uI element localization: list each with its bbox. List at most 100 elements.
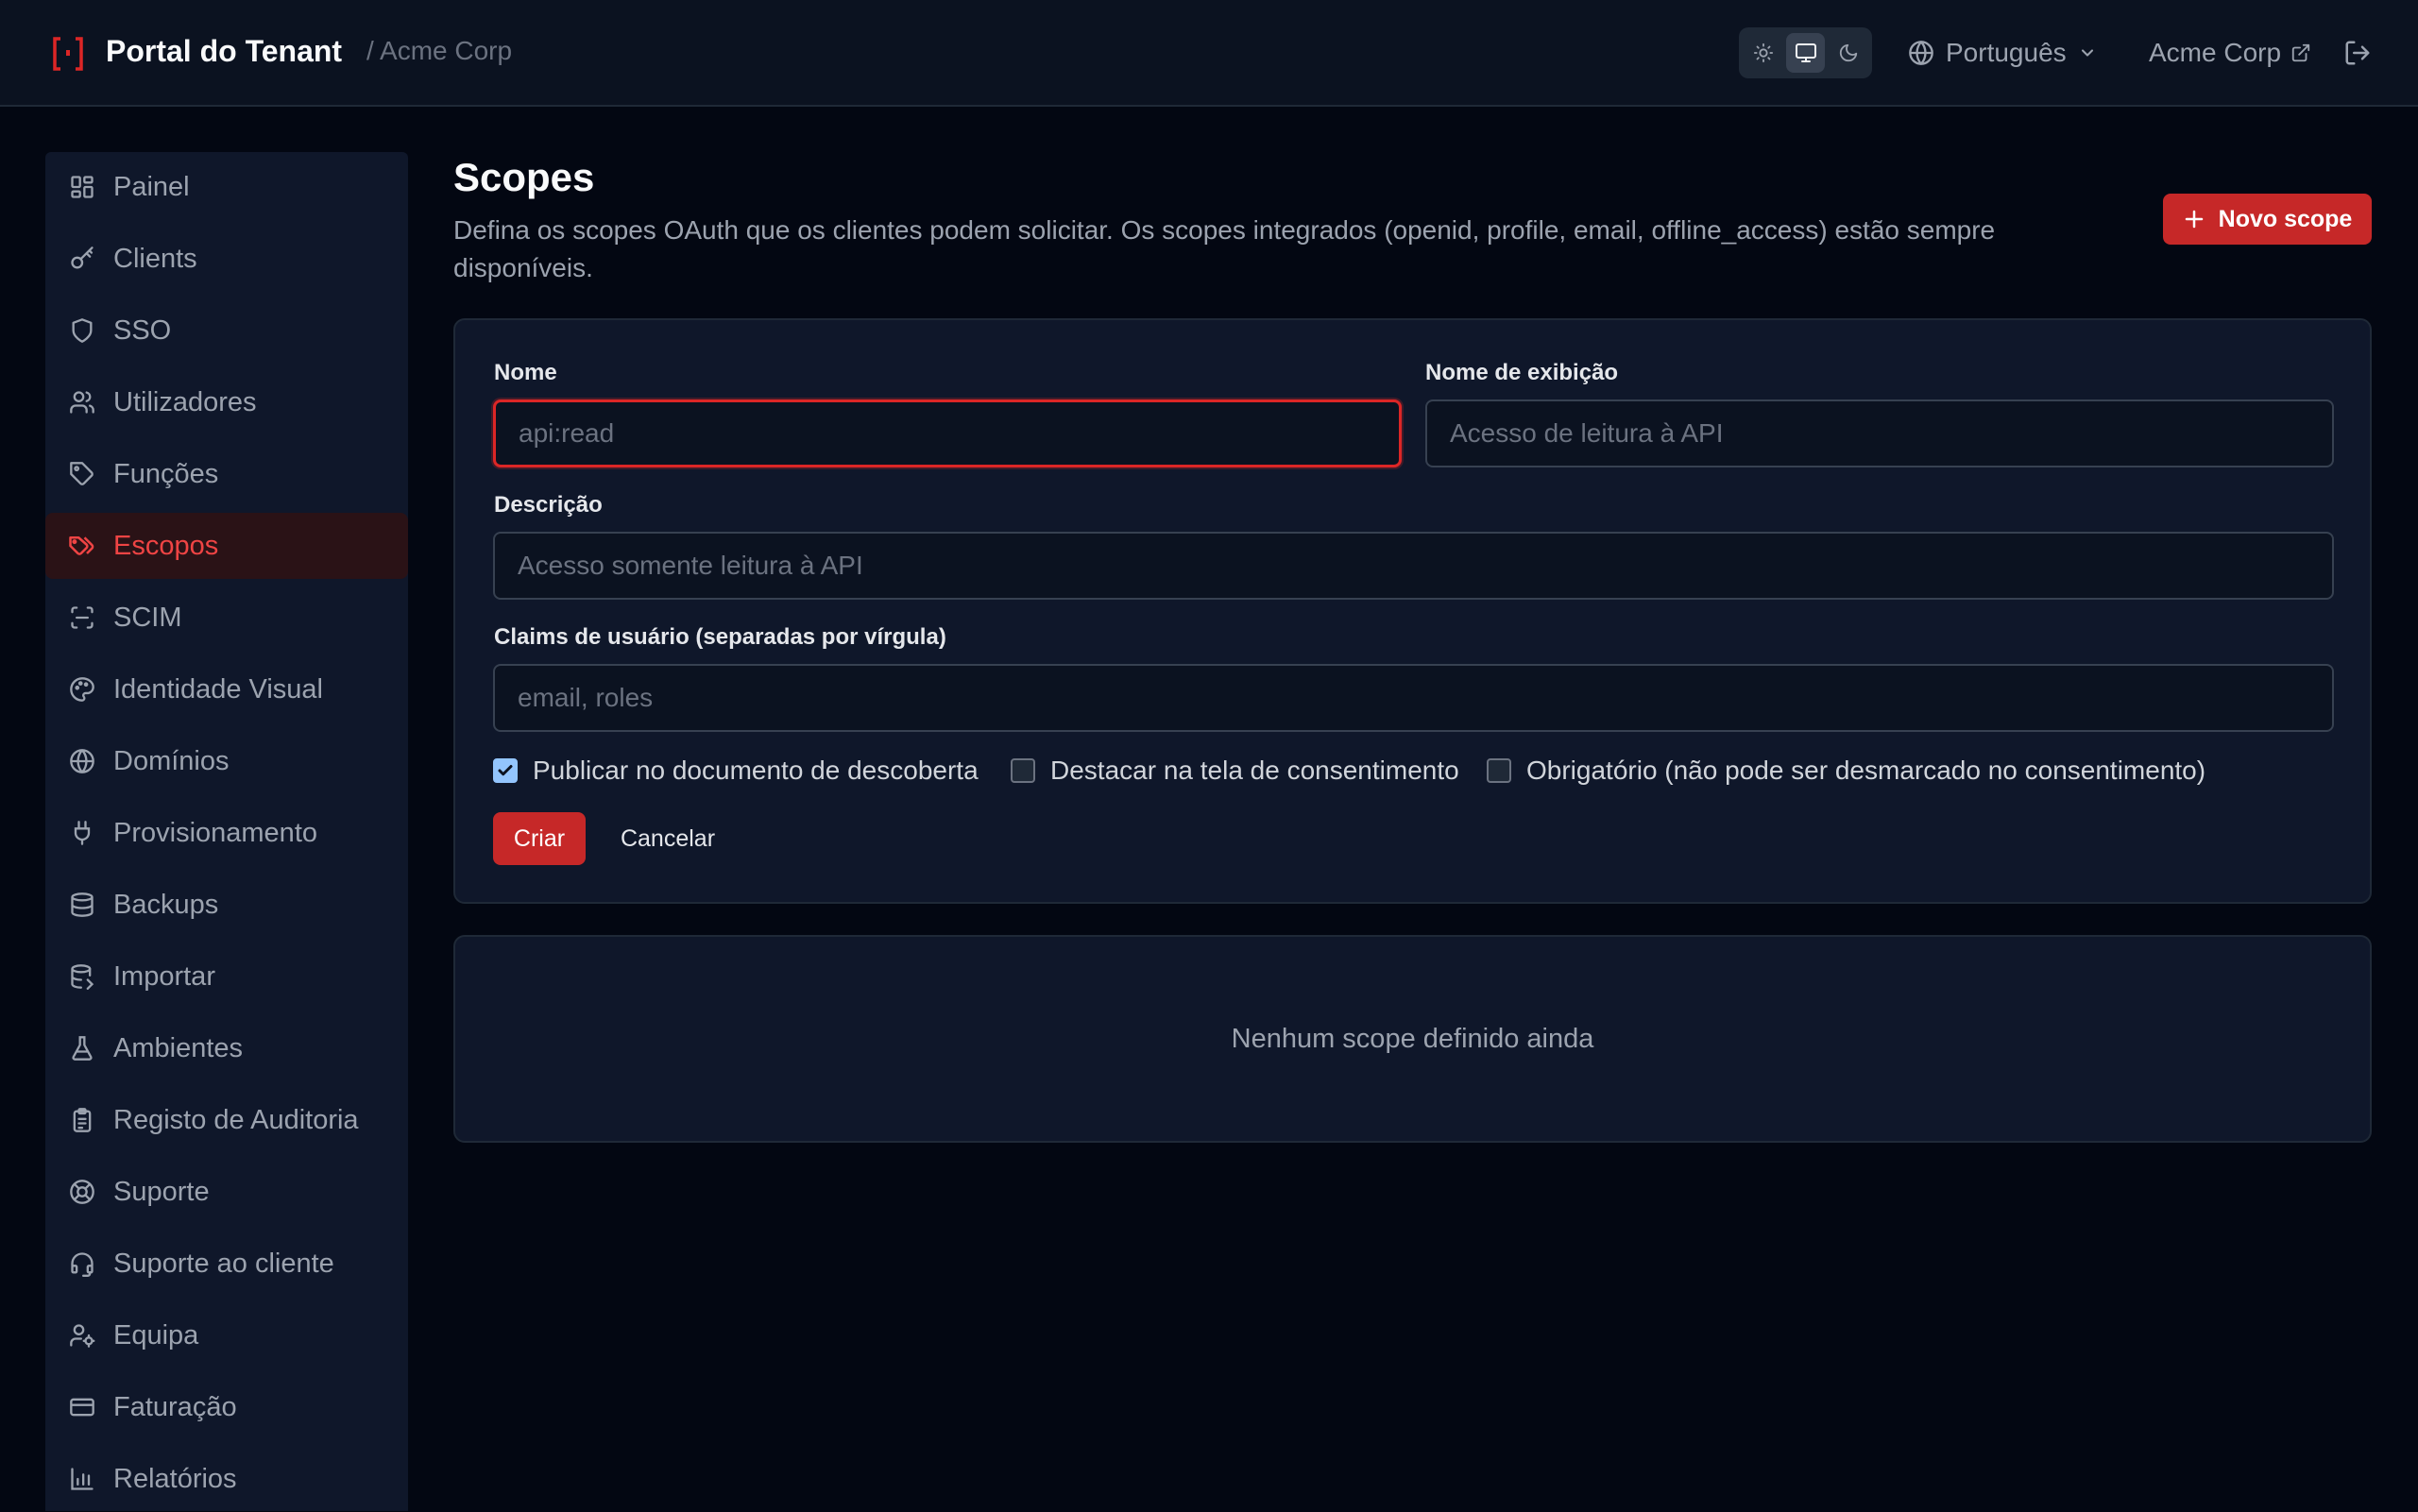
logo-icon <box>51 36 85 72</box>
sidebar-item-dominios[interactable]: Domínios <box>45 728 408 794</box>
sidebar-item-label: Escopos <box>113 530 219 561</box>
language-label: Português <box>1946 38 2067 67</box>
sidebar-item-label: Relatórios <box>113 1463 237 1494</box>
sidebar-item-label: Suporte <box>113 1176 210 1207</box>
required-option[interactable]: Obrigatório (não pode ser desmarcado no … <box>1487 754 2205 788</box>
new-scope-label: Novo scope <box>2218 205 2353 232</box>
monitor-icon <box>1794 42 1818 64</box>
org-external-link[interactable]: Acme Corp <box>2149 36 2311 70</box>
sidebar-item-equipa[interactable]: Equipa <box>45 1302 408 1368</box>
scope-form-card: Nome Nome de exibição Descrição Claims d… <box>453 318 2372 904</box>
theme-toggle <box>1739 27 1872 78</box>
tags-icon <box>68 532 96 560</box>
sidebar-item-funcoes[interactable]: Funções <box>45 441 408 507</box>
sidebar-item-label: Backups <box>113 889 219 920</box>
theme-light-button[interactable] <box>1744 33 1782 73</box>
sidebar-item-label: Faturação <box>113 1391 237 1422</box>
shield-icon <box>68 316 96 345</box>
name-input[interactable] <box>493 399 1402 467</box>
bar-chart-icon <box>68 1465 96 1493</box>
language-select[interactable]: Português <box>1908 36 2097 70</box>
dashboard-icon <box>68 173 96 201</box>
top-header: Portal do Tenant / Acme Corp Português A… <box>0 0 2418 107</box>
highlight-consent-checkbox[interactable] <box>1011 758 1035 783</box>
external-link-icon <box>2290 42 2311 63</box>
sidebar-item-clients[interactable]: Clients <box>45 226 408 292</box>
sidebar-item-scim[interactable]: SCIM <box>45 585 408 651</box>
theme-dark-button[interactable] <box>1829 33 1867 73</box>
logout-button[interactable] <box>2341 36 2375 70</box>
tag-icon <box>68 460 96 488</box>
plug-icon <box>68 819 96 847</box>
display-name-label: Nome de exibição <box>1425 360 1619 385</box>
sidebar-item-label: Importar <box>113 960 215 992</box>
sidebar-item-label: SCIM <box>113 602 182 633</box>
display-name-input[interactable] <box>1425 399 2334 467</box>
description-input[interactable] <box>493 532 2334 600</box>
sidebar-item-label: Suporte ao cliente <box>113 1248 334 1279</box>
key-icon <box>68 245 96 273</box>
sun-icon <box>1753 42 1774 63</box>
empty-state-text: Nenhum scope definido ainda <box>1231 1023 1594 1054</box>
sidebar-item-utilizadores[interactable]: Utilizadores <box>45 369 408 435</box>
sidebar-item-label: Funções <box>113 458 219 489</box>
logout-icon <box>2343 39 2372 67</box>
sidebar-item-registo-auditoria[interactable]: Registo de Auditoria <box>45 1087 408 1153</box>
claims-label: Claims de usuário (separadas por vírgula… <box>494 624 946 650</box>
highlight-consent-option[interactable]: Destacar na tela de consentimento <box>1011 754 1459 788</box>
sidebar-item-painel[interactable]: Painel <box>45 154 408 220</box>
clipboard-icon <box>68 1106 96 1134</box>
theme-system-button[interactable] <box>1786 33 1825 73</box>
sidebar-item-ambientes[interactable]: Ambientes <box>45 1015 408 1081</box>
org-link-label: Acme Corp <box>2149 38 2282 67</box>
flask-icon <box>68 1034 96 1062</box>
sidebar-item-importar[interactable]: Importar <box>45 943 408 1010</box>
create-button[interactable]: Criar <box>493 812 586 865</box>
app-title: Portal do Tenant <box>106 34 343 68</box>
sidebar-item-label: Registo de Auditoria <box>113 1104 359 1135</box>
headset-icon <box>68 1249 96 1278</box>
cancel-button[interactable]: Cancelar <box>604 812 731 865</box>
page-description: Defina os scopes OAuth que os clientes p… <box>453 215 1996 282</box>
sidebar-item-faturacao[interactable]: Faturação <box>45 1374 408 1440</box>
user-cog-icon <box>68 1321 96 1350</box>
sidebar-item-suporte-cliente[interactable]: Suporte ao cliente <box>45 1231 408 1297</box>
sidebar-item-label: Identidade Visual <box>113 673 323 705</box>
breadcrumb-tenant: / Acme Corp <box>366 36 513 65</box>
palette-icon <box>68 675 96 704</box>
publish-discovery-label: Publicar no documento de descoberta <box>533 756 979 785</box>
empty-state: Nenhum scope definido ainda <box>453 935 2372 1143</box>
moon-icon <box>1838 42 1859 63</box>
sidebar-item-label: Painel <box>113 171 190 202</box>
highlight-consent-label: Destacar na tela de consentimento <box>1050 756 1459 785</box>
publish-discovery-checkbox[interactable] <box>493 758 518 783</box>
globe-icon <box>1908 40 1934 66</box>
sidebar-item-label: Ambientes <box>113 1032 244 1063</box>
sidebar-item-backups[interactable]: Backups <box>45 872 408 938</box>
sidebar-item-relatorios[interactable]: Relatórios <box>45 1446 408 1512</box>
users-icon <box>68 388 96 416</box>
sidebar-item-label: Equipa <box>113 1319 199 1351</box>
sidebar-item-sso[interactable]: SSO <box>45 297 408 364</box>
sidebar-item-label: Domínios <box>113 745 230 776</box>
sidebar-item-label: Provisionamento <box>113 817 317 848</box>
sidebar-item-label: SSO <box>113 314 172 346</box>
scan-icon <box>68 603 96 632</box>
sidebar-item-provisionamento[interactable]: Provisionamento <box>45 800 408 866</box>
lifebuoy-icon <box>68 1178 96 1206</box>
sidebar-item-suporte[interactable]: Suporte <box>45 1159 408 1225</box>
claims-input[interactable] <box>493 664 2334 732</box>
sidebar-item-escopos[interactable]: Escopos <box>45 513 408 579</box>
page-title: Scopes <box>453 155 595 199</box>
new-scope-button[interactable]: Novo scope <box>2163 194 2372 245</box>
sidebar-item-label: Utilizadores <box>113 386 257 417</box>
credit-card-icon <box>68 1393 96 1421</box>
plus-icon <box>2183 208 2205 230</box>
database-import-icon <box>68 962 96 991</box>
required-checkbox[interactable] <box>1487 758 1511 783</box>
description-label: Descrição <box>494 492 603 518</box>
name-label: Nome <box>494 360 557 385</box>
sidebar-item-identidade-visual[interactable]: Identidade Visual <box>45 656 408 722</box>
sidebar-item-label: Clients <box>113 243 197 274</box>
publish-discovery-option[interactable]: Publicar no documento de descoberta <box>493 754 979 788</box>
